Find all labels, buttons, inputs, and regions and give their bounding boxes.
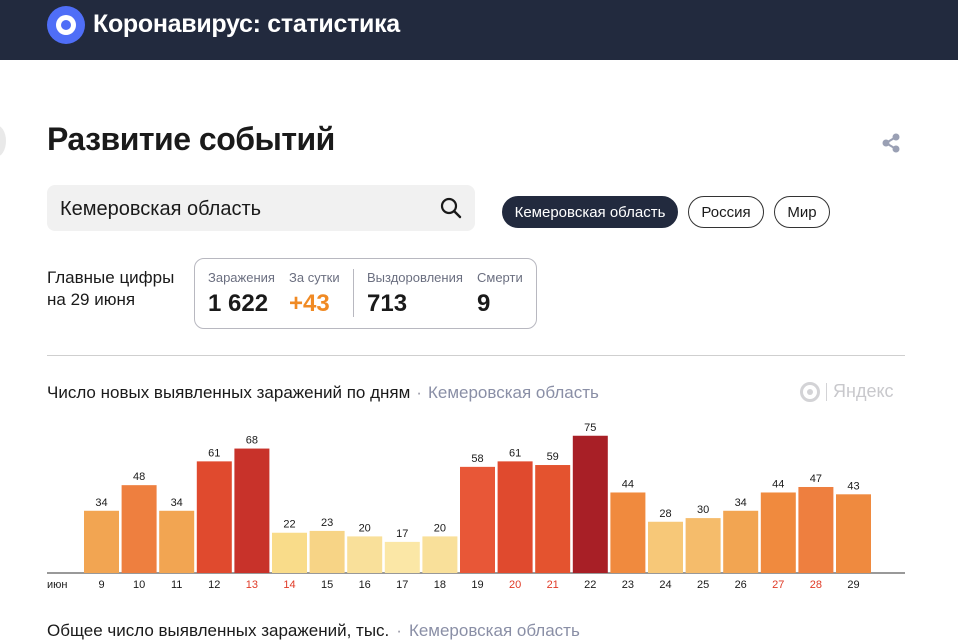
bar-value-label: 44 xyxy=(622,478,634,490)
chart-bar[interactable] xyxy=(159,510,195,573)
recovered-label: Выздоровления xyxy=(367,270,463,285)
chart-bar[interactable] xyxy=(723,510,759,573)
bar-value-label: 23 xyxy=(321,517,333,529)
x-tick-label: 28 xyxy=(810,579,822,591)
infections-value: 1 622 xyxy=(208,290,269,317)
section-divider xyxy=(47,355,905,356)
chart-bar[interactable] xyxy=(347,536,383,573)
bar-value-label: 22 xyxy=(283,519,295,531)
footer-title-text: Общее число выявленных заражений, тыс. xyxy=(47,621,390,640)
search-icon[interactable] xyxy=(439,196,463,220)
chart-bar[interactable] xyxy=(121,485,157,573)
bar-value-label: 47 xyxy=(810,473,822,485)
stats-divider xyxy=(353,269,354,317)
chip-world[interactable]: Мир xyxy=(774,196,830,228)
chart-bar[interactable] xyxy=(460,466,495,573)
main-figures-date: на 29 июня xyxy=(47,290,136,309)
bar-value-label: 75 xyxy=(584,422,596,434)
bar-value-label: 17 xyxy=(396,528,408,540)
top-bar: Коронавирус: статистика xyxy=(0,0,958,60)
chart-bar[interactable] xyxy=(572,435,608,573)
share-icon[interactable] xyxy=(880,132,902,154)
chart-bar[interactable] xyxy=(84,510,119,573)
x-tick-label: 22 xyxy=(584,579,596,591)
chip-russia[interactable]: Россия xyxy=(688,196,764,228)
chart-bar[interactable] xyxy=(422,536,458,573)
x-tick-label: 20 xyxy=(509,579,521,591)
bar-value-label: 30 xyxy=(697,504,709,516)
main-figures-box: Заражения 1 622 За сутки +43 Выздоровлен… xyxy=(194,258,537,329)
x-tick-label: 24 xyxy=(659,579,671,591)
main-figures-label: Главные цифры на 29 июня xyxy=(47,267,174,311)
bar-value-label: 28 xyxy=(659,508,671,520)
x-tick-label: 25 xyxy=(697,579,709,591)
watermark-divider xyxy=(826,382,827,401)
x-tick-label: 9 xyxy=(98,579,104,591)
x-tick-label: 14 xyxy=(283,579,295,591)
daily-label: За сутки xyxy=(289,270,340,285)
chart-bar[interactable] xyxy=(760,492,796,573)
chart-bar[interactable] xyxy=(272,532,307,573)
watermark-text: Яндекс xyxy=(833,381,894,401)
bar-value-label: 58 xyxy=(471,453,483,465)
daily-infections-chart: июн 34 9 48 10 34 11 61 12 68 13 22 14 23 15 20 16 17 17 20… xyxy=(47,422,905,591)
chart-bar[interactable] xyxy=(196,461,232,573)
bar-value-label: 34 xyxy=(95,497,107,509)
chart-bar[interactable] xyxy=(384,541,420,573)
chip-kemerovo[interactable]: Кемеровская область xyxy=(502,196,678,228)
deaths-value: 9 xyxy=(477,290,491,317)
app-title[interactable]: Коронавирус: статистика xyxy=(93,10,400,39)
bar-value-label: 43 xyxy=(847,480,859,492)
x-tick-label: 15 xyxy=(321,579,333,591)
bar-value-label: 34 xyxy=(171,497,183,509)
main-figures-title: Главные цифры xyxy=(47,268,175,287)
yandex-logo-icon[interactable] xyxy=(47,6,85,44)
x-tick-label: 27 xyxy=(772,579,784,591)
x-tick-label: 10 xyxy=(133,579,145,591)
chart-bar[interactable] xyxy=(610,492,646,573)
bar-value-label: 59 xyxy=(547,451,559,463)
bar-value-label: 34 xyxy=(735,497,747,509)
x-tick-label: 23 xyxy=(622,579,634,591)
bar-value-label: 20 xyxy=(434,522,446,534)
bar-value-label: 61 xyxy=(509,447,521,459)
bar-value-label: 20 xyxy=(359,522,371,534)
footer-chart-title: Общее число выявленных заражений, тыс. · К… xyxy=(47,621,580,641)
recovered-value: 713 xyxy=(367,290,408,317)
x-tick-label: 29 xyxy=(847,579,859,591)
page-title: Развитие событий xyxy=(47,121,335,157)
x-tick-label: 16 xyxy=(359,579,371,591)
x-tick-label: 21 xyxy=(547,579,559,591)
footer-title-separator: · xyxy=(396,621,402,640)
x-tick-label: 19 xyxy=(471,579,483,591)
chart-bar[interactable] xyxy=(309,530,345,573)
bar-value-label: 48 xyxy=(133,471,145,483)
back-arrow-edge[interactable] xyxy=(0,125,6,157)
chart-bar[interactable] xyxy=(497,461,533,573)
yandex-ring-icon xyxy=(800,381,820,402)
infections-label: Заражения xyxy=(208,270,275,285)
x-tick-label: 13 xyxy=(246,579,258,591)
bar-value-label: 68 xyxy=(246,435,258,447)
bar-value-label: 61 xyxy=(208,447,220,459)
deaths-label: Смерти xyxy=(477,270,523,285)
daily-value: +43 xyxy=(289,290,330,317)
region-search-input[interactable]: Кемеровская область xyxy=(47,185,475,231)
yandex-watermark: Яндекс xyxy=(800,381,894,402)
x-tick-label: 17 xyxy=(396,579,408,591)
x-tick-label: 11 xyxy=(171,579,182,591)
footer-region: Кемеровская область xyxy=(408,621,580,640)
chart-bar[interactable] xyxy=(234,448,270,573)
chart-bar[interactable] xyxy=(836,494,871,573)
chart-bar[interactable] xyxy=(798,486,834,573)
chart-bar[interactable] xyxy=(648,521,683,573)
search-value: Кемеровская область xyxy=(60,198,262,220)
chart-bar[interactable] xyxy=(685,518,721,573)
month-label: июн xyxy=(47,579,67,591)
x-tick-label: 18 xyxy=(434,579,446,591)
x-tick-label: 12 xyxy=(208,579,220,591)
bar-value-label: 44 xyxy=(772,478,784,490)
chart-bar[interactable] xyxy=(535,465,571,573)
x-tick-label: 26 xyxy=(735,579,747,591)
